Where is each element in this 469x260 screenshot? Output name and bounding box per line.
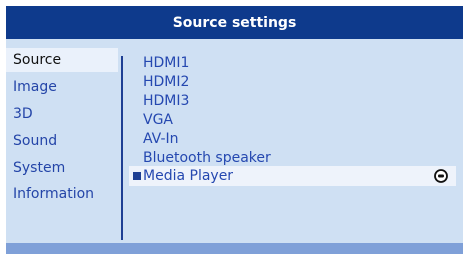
ok-button-icon[interactable] [434,169,448,183]
source-option-label: HDMI3 [143,93,190,109]
panel-footer-bar [6,243,463,254]
selected-marker-icon [133,172,141,180]
source-option-label: Bluetooth speaker [143,150,271,166]
source-option-vga[interactable]: VGA [129,110,456,130]
source-option-label: Media Player [143,168,234,184]
source-option-hdmi1[interactable]: HDMI1 [129,53,456,73]
sidebar-item-3d[interactable]: 3D [6,102,118,126]
sidebar-item-sound[interactable]: Sound [6,129,118,153]
source-option-label: AV-In [143,131,179,147]
source-option-bluetooth-speaker[interactable]: Bluetooth speaker [129,148,456,168]
source-option-hdmi2[interactable]: HDMI2 [129,72,456,92]
source-option-hdmi3[interactable]: HDMI3 [129,91,456,111]
source-settings-panel: Source settings Source Image 3D Sound Sy… [6,6,463,254]
sidebar-item-system[interactable]: System [6,156,118,180]
source-option-label: HDMI1 [143,55,190,71]
source-option-label: HDMI2 [143,74,190,90]
menu-divider [121,56,123,240]
panel-title: Source settings [6,6,463,39]
source-option-media-player[interactable]: Media Player [129,166,456,186]
sidebar-item-information[interactable]: Information [6,182,118,206]
sidebar-item-source[interactable]: Source [6,48,118,72]
source-option-label: VGA [143,112,174,128]
source-option-av-in[interactable]: AV-In [129,129,456,149]
sidebar-item-image[interactable]: Image [6,75,118,99]
